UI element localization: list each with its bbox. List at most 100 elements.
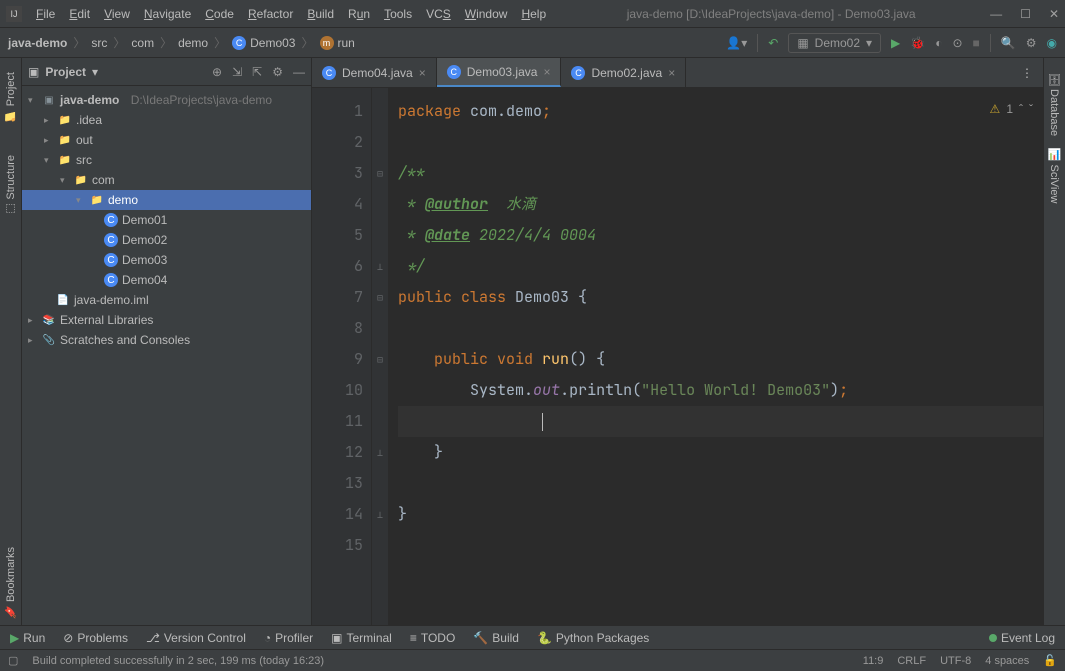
menu-view[interactable]: View [98,5,136,23]
user-icon[interactable]: 👤▾ [726,36,747,50]
menu-code[interactable]: Code [199,5,240,23]
breadcrumb-item[interactable]: src [91,36,107,50]
tab-project[interactable]: 📁 Project [2,66,19,129]
readonly-icon[interactable]: 🔓 [1043,654,1057,667]
debug-icon[interactable]: 🐞 [910,36,925,50]
project-panel: ▣ Project ▾ ⊕ ⇲ ⇱ ⚙ — ▾▣ java-demo D:\Id… [22,58,312,625]
expand-icon[interactable]: ⇲ [232,65,242,79]
tree-folder-com[interactable]: ▾📁com [22,170,311,190]
tab-database[interactable]: 🗄 Database [1046,66,1063,142]
tree-file-iml[interactable]: 📄java-demo.iml [22,290,311,310]
menu-edit[interactable]: Edit [63,5,96,23]
tool-version-control[interactable]: ⎇Version Control [146,631,246,645]
app-logo-icon: IJ [6,6,22,22]
chevron-up-icon[interactable]: ˆ [1019,94,1023,125]
back-arrow-icon[interactable]: ↶ [768,36,778,50]
tool-python[interactable]: 🐍Python Packages [537,631,649,645]
tab-bookmarks[interactable]: 🔖 Bookmarks [2,541,19,625]
bottom-toolbar: ▶Run ⊘Problems ⎇Version Control ◔Profile… [0,625,1065,649]
tree-file[interactable]: CDemo04 [22,270,311,290]
play-icon: ▶ [10,631,19,645]
encoding[interactable]: UTF-8 [940,655,971,667]
minimize-icon[interactable]: — [990,7,1002,21]
tree-folder-out[interactable]: ▸📁out [22,130,311,150]
tool-event-log[interactable]: Event Log [989,631,1055,645]
tab-more-icon[interactable]: ⋮ [1011,58,1043,87]
code-content[interactable]: ⚠ 1 ˆ ˇ package com.demo; /** * @author … [388,88,1043,625]
indent[interactable]: 4 spaces [985,655,1029,667]
close-icon[interactable]: ✕ [1049,7,1059,21]
line-separator[interactable]: CRLF [897,655,926,667]
tab-structure[interactable]: ⬚ Structure [2,149,19,222]
menu-refactor[interactable]: Refactor [242,5,299,23]
tool-run[interactable]: ▶Run [10,631,45,645]
right-tool-gutter: 🗄 Database 📊 SciView [1043,58,1065,625]
branch-icon: ⎇ [146,631,160,645]
close-icon[interactable]: × [668,66,675,80]
breadcrumb-item[interactable]: com [131,36,154,50]
coverage-icon[interactable]: ◐ [935,36,942,50]
chevron-down-icon: ▾ [866,36,872,50]
search-icon[interactable]: 🔍 [1001,36,1016,50]
chevron-right-icon: 〉 [160,34,172,51]
tree-file[interactable]: CDemo02 [22,230,311,250]
menu-build[interactable]: Build [301,5,340,23]
run-icon[interactable]: ▶ [891,36,900,50]
maximize-icon[interactable]: ☐ [1020,7,1031,21]
tree-file[interactable]: CDemo01 [22,210,311,230]
tree-scratches[interactable]: ▸📎Scratches and Consoles [22,330,311,350]
tool-build[interactable]: 🔨Build [473,631,519,645]
gear-icon[interactable]: ⚙ [1026,36,1037,50]
tree-external-libraries[interactable]: ▸📚External Libraries [22,310,311,330]
menu-help[interactable]: Help [515,5,552,23]
breadcrumb-item[interactable]: CDemo03 [232,36,295,50]
class-icon: C [571,66,585,80]
breadcrumb-item[interactable]: mrun [320,36,355,50]
text-cursor [542,413,543,431]
chevron-down-icon[interactable]: ˇ [1029,94,1033,125]
run-config-selector[interactable]: ▦ Demo02 ▾ [788,33,881,53]
tree-folder-idea[interactable]: ▸📁.idea [22,110,311,130]
class-icon: C [104,273,118,287]
inspection-widget[interactable]: ⚠ 1 ˆ ˇ [990,94,1033,125]
menu-vcs[interactable]: VCS [420,5,457,23]
class-icon: C [104,233,118,247]
tree-folder-src[interactable]: ▾📁src [22,150,311,170]
tab-sciview[interactable]: 📊 SciView [1046,142,1063,209]
close-icon[interactable]: × [419,66,426,80]
project-panel-title[interactable]: Project [45,65,86,79]
tool-problems[interactable]: ⊘Problems [63,631,128,645]
editor-tab[interactable]: C Demo02.java × [561,58,686,87]
collapse-icon[interactable]: ⇱ [252,65,262,79]
menu-tools[interactable]: Tools [378,5,418,23]
stop-icon[interactable]: ■ [973,36,980,50]
code-editor[interactable]: 12 34 56 78 910 1112 1314 15 ⊟ ⊥⊟ ⊟ ⊥ ⊥ … [312,88,1043,625]
terminal-icon: ▣ [331,631,342,645]
breadcrumb-item[interactable]: java-demo [8,36,67,50]
navbar: java-demo 〉 src 〉 com 〉 demo 〉 CDemo03 〉… [0,28,1065,58]
status-icon[interactable]: ▢ [8,654,18,667]
menu-window[interactable]: Window [459,5,514,23]
hide-icon[interactable]: — [293,65,305,79]
tree-folder-demo[interactable]: ▾📁demo [22,190,311,210]
tool-terminal[interactable]: ▣Terminal [331,631,392,645]
gear-icon[interactable]: ⚙ [272,65,283,79]
ide-icon[interactable]: ◉ [1047,36,1057,50]
tool-profiler[interactable]: ◔Profiler [264,631,313,645]
editor-tab[interactable]: C Demo03.java × [437,58,562,87]
menu-navigate[interactable]: Navigate [138,5,197,23]
chevron-down-icon[interactable]: ▾ [92,65,98,79]
tree-file[interactable]: CDemo03 [22,250,311,270]
menu-run[interactable]: Run [342,5,376,23]
app-icon: ▦ [797,36,808,50]
breadcrumb-item[interactable]: demo [178,36,208,50]
target-icon[interactable]: ⊕ [212,65,222,79]
close-icon[interactable]: × [543,65,550,79]
menu-file[interactable]: File [30,5,61,23]
class-icon: C [104,253,118,267]
editor-tab[interactable]: C Demo04.java × [312,58,437,87]
profile-icon[interactable]: ⊙ [952,36,962,50]
tree-root[interactable]: ▾▣ java-demo D:\IdeaProjects\java-demo [22,90,311,110]
tool-todo[interactable]: ≡TODO [410,631,455,645]
cursor-position[interactable]: 11:9 [863,655,884,667]
